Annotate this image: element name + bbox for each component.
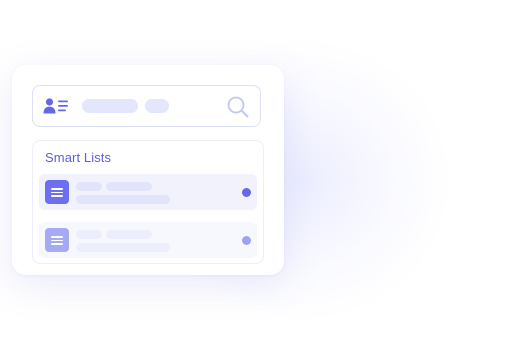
status-dot <box>242 236 251 245</box>
list-icon <box>45 228 69 252</box>
list-item-placeholder <box>76 195 170 204</box>
search-filter-placeholder <box>145 99 169 113</box>
smart-lists-card: Smart Lists <box>12 65 284 275</box>
list-item-placeholder <box>106 230 152 239</box>
list-item-placeholder <box>106 182 152 191</box>
search-bar[interactable] <box>32 85 261 127</box>
search-filter-placeholder <box>82 99 138 113</box>
panel-title: Smart Lists <box>45 150 112 165</box>
list-icon <box>45 180 69 204</box>
status-dot <box>242 188 251 197</box>
list-item-placeholder <box>76 182 102 191</box>
smart-list-item[interactable] <box>39 222 257 258</box>
smart-list-item[interactable] <box>39 174 257 210</box>
smart-lists-panel: Smart Lists <box>32 140 264 264</box>
contacts-icon <box>43 98 68 114</box>
illustration-stage: Smart Lists <box>0 0 512 342</box>
list-item-placeholder <box>76 230 102 239</box>
search-icon[interactable] <box>226 95 250 119</box>
list-item-placeholder <box>76 243 170 252</box>
